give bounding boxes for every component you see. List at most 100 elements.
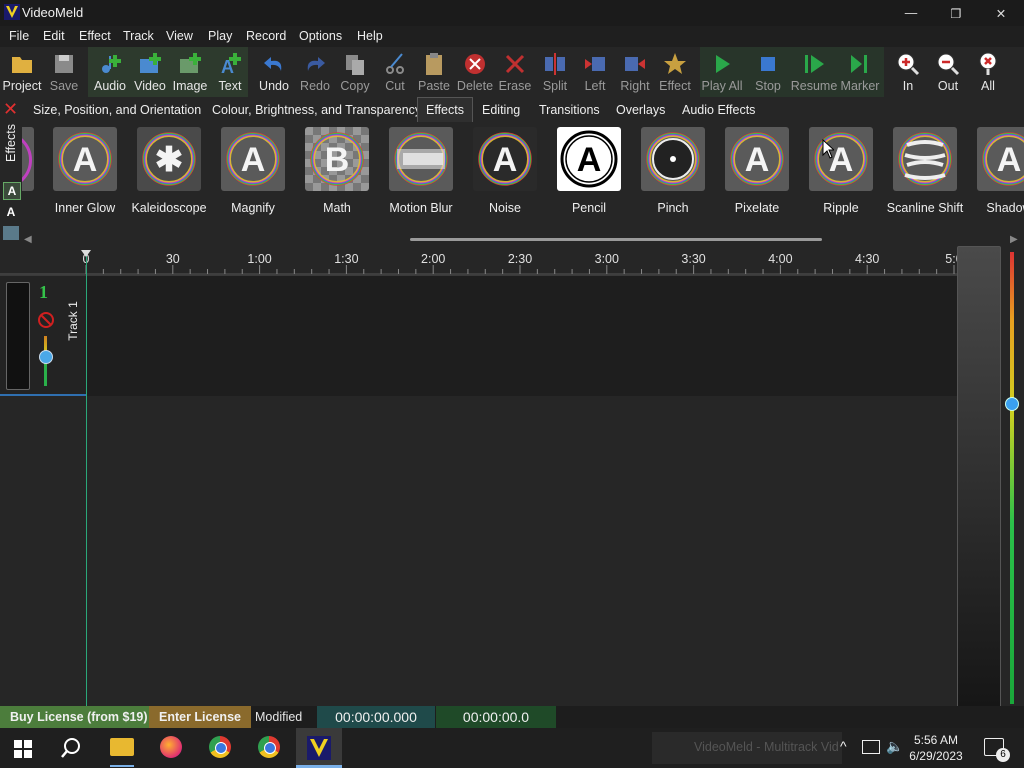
file-explorer-icon[interactable] xyxy=(110,738,134,756)
scroll-thumb[interactable] xyxy=(410,238,822,241)
tab-size-position[interactable]: Size, Position, and Orientation xyxy=(25,98,209,122)
status-bar: Buy License (from $19) Enter License Mod… xyxy=(0,706,1024,728)
menu-help[interactable]: Help xyxy=(357,29,383,43)
zoom-all-icon xyxy=(975,47,1001,80)
left-button[interactable]: Left xyxy=(575,47,615,97)
marker-button[interactable]: Marker xyxy=(840,47,880,97)
tab-audio-effects[interactable]: Audio Effects xyxy=(674,98,763,122)
menu-file[interactable]: File xyxy=(9,29,29,43)
effect-inner-glow[interactable]: A Inner Glow xyxy=(43,127,127,217)
cut-button[interactable]: Cut xyxy=(375,47,415,97)
mute-icon[interactable] xyxy=(37,311,55,329)
resume-button[interactable]: Resume xyxy=(791,47,837,97)
volume-muted-icon[interactable]: 🔈 xyxy=(886,738,903,755)
menu-track[interactable]: Track xyxy=(123,29,154,43)
chrome-icon[interactable] xyxy=(209,736,231,758)
maximize-button[interactable]: ❐ xyxy=(933,0,979,26)
track-name: Track 1 xyxy=(66,301,80,341)
effect-pixelate[interactable]: A Pixelate xyxy=(715,127,799,217)
effect-motion-blur[interactable]: Motion Blur xyxy=(379,127,463,217)
redo-button[interactable]: Redo xyxy=(295,47,335,97)
ruler-time-label: 3:00 xyxy=(594,252,619,266)
close-panel-icon[interactable]: ✕ xyxy=(3,100,19,118)
enter-license-button[interactable]: Enter License xyxy=(149,706,251,728)
marker-icon xyxy=(847,47,873,80)
project-button[interactable]: Project xyxy=(2,47,42,97)
minimize-button[interactable]: — xyxy=(888,0,934,26)
all-button[interactable]: All xyxy=(968,47,1008,97)
effect-pinch[interactable]: Pinch xyxy=(631,127,715,217)
effect-kaleidoscope[interactable]: ✱ Kaleidoscope xyxy=(127,127,211,217)
undo-button[interactable]: Undo xyxy=(254,47,294,97)
toolbar-button-label: Left xyxy=(584,79,606,93)
videomeld-taskbar-button[interactable] xyxy=(296,728,342,768)
timeline-empty-area[interactable] xyxy=(0,396,958,706)
scroll-right-icon[interactable]: ▶ xyxy=(1010,234,1018,245)
tab-editing[interactable]: Editing xyxy=(474,98,528,122)
save-button[interactable]: Save xyxy=(44,47,84,97)
track-row[interactable]: 1 Track 1 xyxy=(0,276,958,396)
tab-transitions[interactable]: Transitions xyxy=(531,98,608,122)
menu-edit[interactable]: Edit xyxy=(43,29,65,43)
effect-scanline-shift[interactable]: Scanline Shift xyxy=(883,127,967,217)
hidden-window-preview[interactable]: VideoMeld - Multitrack Vid xyxy=(652,732,842,764)
chrome-profile-icon[interactable] xyxy=(258,736,280,758)
text-effects-icon[interactable]: A xyxy=(3,204,19,220)
audio-button[interactable]: Audio xyxy=(90,47,130,97)
effect-label: Math xyxy=(323,201,351,215)
menu-effect[interactable]: Effect xyxy=(79,29,111,43)
right-button[interactable]: Right xyxy=(615,47,655,97)
split-button[interactable]: Split xyxy=(535,47,575,97)
effect-noise[interactable]: A Noise xyxy=(463,127,547,217)
tab-overlays[interactable]: Overlays xyxy=(608,98,673,122)
menu-options[interactable]: Options xyxy=(299,29,342,43)
out-button[interactable]: Out xyxy=(928,47,968,97)
clock-date[interactable]: 6/29/2023 xyxy=(904,749,968,763)
effect-label: Scanline Shift xyxy=(886,201,964,215)
menu-record[interactable]: Record xyxy=(246,29,286,43)
delete-button[interactable]: Delete xyxy=(455,47,495,97)
track-volume-handle[interactable] xyxy=(39,350,53,364)
master-volume-handle[interactable] xyxy=(1005,397,1019,411)
effect-pencil[interactable]: A Pencil xyxy=(547,127,631,217)
track-header[interactable]: 1 Track 1 xyxy=(0,276,86,396)
menu-view[interactable]: View xyxy=(166,29,193,43)
effect-shadow[interactable]: A Shadow xyxy=(967,127,1024,217)
tray-chevron-up-icon[interactable]: ^ xyxy=(840,738,847,754)
paste-button[interactable]: Paste xyxy=(414,47,454,97)
tab-colour-brightness[interactable]: Colour, Brightness, and Transparency xyxy=(204,98,429,122)
windows-start-icon[interactable] xyxy=(14,740,32,761)
playhead-marker-icon[interactable] xyxy=(81,250,91,257)
close-button[interactable]: ✕ xyxy=(978,0,1024,26)
menu-play[interactable]: Play xyxy=(208,29,232,43)
erase-button[interactable]: Erase xyxy=(495,47,535,97)
effect-math[interactable]: B Math xyxy=(295,127,379,217)
video-button[interactable]: Video xyxy=(130,47,170,97)
text-button[interactable]: A Text xyxy=(210,47,250,97)
timeline-ruler[interactable]: 0301:001:302:002:303:003:304:004:305:0 xyxy=(0,247,963,276)
svg-text:A: A xyxy=(745,141,770,179)
in-button[interactable]: In xyxy=(888,47,928,97)
buy-license-button[interactable]: Buy License (from $19) xyxy=(0,706,158,728)
firefox-icon[interactable] xyxy=(160,736,182,758)
stop-button[interactable]: Stop xyxy=(748,47,788,97)
video-effects-icon[interactable]: A xyxy=(3,182,21,200)
clock-time[interactable]: 5:56 AM xyxy=(904,733,968,747)
effect-thumbnail: A xyxy=(809,127,873,191)
tab-effects[interactable]: Effects xyxy=(417,97,473,124)
search-icon[interactable] xyxy=(60,737,82,762)
effect-ripple[interactable]: A Ripple xyxy=(799,127,883,217)
effect-thumb-partial[interactable] xyxy=(22,127,34,191)
effect-button[interactable]: Effect xyxy=(655,47,695,97)
effects-scrollbar[interactable]: ◀ ▶ xyxy=(22,234,1024,245)
master-volume-slider[interactable] xyxy=(1010,252,1014,704)
playhead[interactable] xyxy=(86,250,87,706)
network-icon[interactable] xyxy=(862,740,880,754)
image-button[interactable]: Image xyxy=(170,47,210,97)
effect-magnify[interactable]: A Magnify xyxy=(211,127,295,217)
scroll-left-icon[interactable]: ◀ xyxy=(24,234,32,245)
copy-button[interactable]: Copy xyxy=(335,47,375,97)
effect-thumbnail xyxy=(389,127,453,191)
image-effects-icon[interactable] xyxy=(3,226,19,240)
play-all-button[interactable]: Play All xyxy=(702,47,743,97)
